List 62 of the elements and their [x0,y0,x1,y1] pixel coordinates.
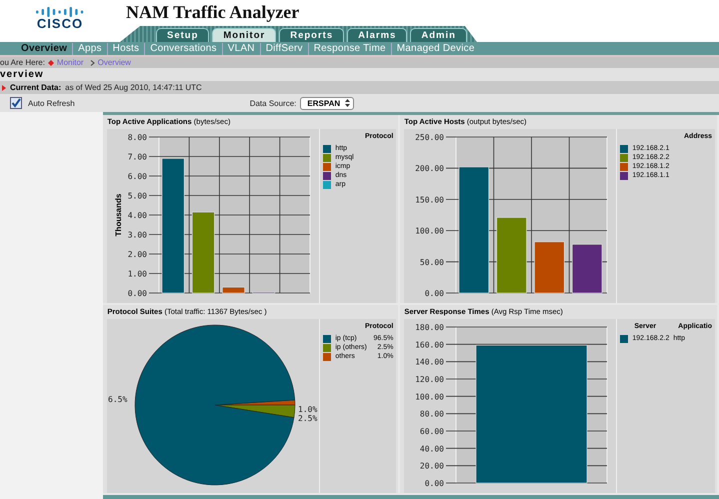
axis-tick-label: 180.00 [415,323,444,332]
nav-link[interactable]: Overview [16,42,72,54]
axis-tick-label: 3.00 [128,230,148,240]
breadcrumb-link[interactable]: Overview [98,58,131,67]
logo-bars-icon [34,5,86,17]
axis-tick-label: 4.00 [128,211,148,220]
data-source-select[interactable]: ERSPAN [300,96,354,110]
bar [222,286,246,294]
axis-tick-label: 160.00 [415,340,444,350]
axis-tick-label: 6.00 [128,172,148,181]
axis-tick-label: 80.00 [420,410,444,419]
triangle-icon [2,84,6,90]
nav-link[interactable]: Conversations [144,42,222,54]
nav-link[interactable]: DiffServ [260,42,308,54]
axis-tick-label: 150.00 [415,195,444,204]
nav-link[interactable]: Apps [72,42,107,54]
axis-tick-label: 7.00 [128,152,148,162]
app-title: NAM Traffic Analyzer [126,2,300,22]
tab[interactable]: Reports [279,28,344,42]
diamond-icon [48,60,54,66]
bar [572,244,603,294]
axis-tick-label: 2.00 [128,250,148,259]
axis-tick-label: 140.00 [415,358,444,367]
axis-tick-label: 100.00 [415,392,444,402]
axis-title: Thousands [114,194,124,236]
tab[interactable]: Monitor [212,28,276,42]
axis-tick-label: 50.00 [420,258,444,267]
tab[interactable]: Alarms [347,28,408,42]
axis-tick-label: 200.00 [415,164,444,174]
axis-tick-label: 0.00 [128,289,148,298]
bar [534,242,565,294]
axis-tick-label: 120.00 [415,375,444,384]
axis-tick-label: 40.00 [420,444,444,454]
breadcrumb-label: ou Are Here: [0,58,45,67]
slice-label: 6.5% [108,395,128,404]
current-data-value: as of Wed 25 Aug 2010, 14:47:11 UTC [65,83,202,92]
axis-tick-label: 5.00 [128,192,148,200]
tab[interactable]: Setup [156,28,210,42]
axis-tick-label: 0.00 [425,479,444,488]
slice-label: 1.0% [298,405,318,414]
page-heading: verview [0,68,719,81]
axis-tick-label: 0.00 [425,289,444,298]
nav-link[interactable]: Response Time [308,42,391,54]
data-source-label: Data Source: [250,98,296,108]
nav-link[interactable]: Managed Device [390,42,480,54]
nav-link[interactable]: Hosts [106,42,144,54]
auto-refresh-label: Auto Refresh [28,98,75,108]
axis-tick-label: 20.00 [420,462,444,471]
chevron-icon [90,60,95,66]
axis-tick-label: 60.00 [420,427,444,436]
axis-tick-label: 1.00 [128,270,148,278]
axis-tick-label: 8.00 [128,133,148,142]
nav-link[interactable]: VLAN [222,42,260,54]
current-data-label: Current Data: [10,83,62,92]
auto-refresh-checkbox[interactable] [10,97,22,109]
breadcrumb-link[interactable]: Monitor [56,58,84,67]
axis-tick-label: 250.00 [415,133,444,142]
slice-label: 2.5% [298,414,318,423]
axis-tick-label: 100.00 [415,226,444,236]
logo-text: CISCO [36,17,84,31]
updown-caret-icon [345,99,350,107]
tab[interactable]: Admin [410,28,467,42]
